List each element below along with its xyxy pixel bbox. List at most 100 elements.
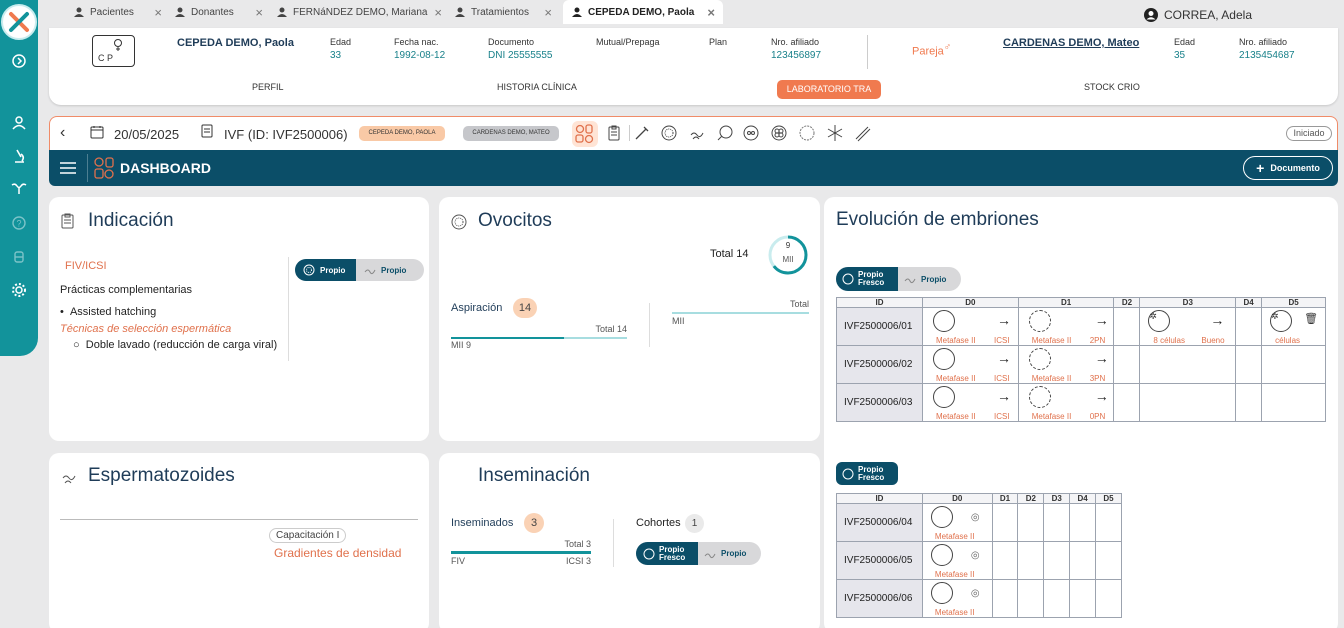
add-document-button[interactable]: + Documento — [1243, 156, 1333, 180]
tab-stock-crio[interactable]: STOCK CRIO — [1084, 82, 1140, 92]
d4-cell[interactable] — [1235, 345, 1263, 384]
toggle-propio[interactable]: Propio — [898, 273, 946, 285]
tab-historia-clinica[interactable]: HISTORIA CLÍNICA — [497, 82, 577, 92]
tab-donantes[interactable]: Donantes × — [175, 0, 271, 24]
close-icon[interactable]: × — [255, 5, 263, 20]
toggle-propio-fresco[interactable]: Propio — [295, 259, 356, 281]
d0-cell[interactable]: ◎ Metafase II — [921, 503, 993, 542]
avatar-initials: C P — [98, 53, 114, 63]
person-icon — [74, 7, 84, 17]
d1-cell[interactable]: → Metafase II 2PN — [1017, 307, 1115, 346]
d0-cell[interactable]: → Metafase II ICSI — [921, 345, 1019, 384]
sperm-icon — [62, 475, 76, 484]
plus-icon: + — [1256, 160, 1265, 176]
menu-icon[interactable] — [60, 161, 76, 175]
cohort-toggle-2[interactable]: Propio Fresco — [836, 462, 898, 485]
tab-pacientes[interactable]: Pacientes × — [74, 0, 170, 24]
sperm-icon[interactable] — [688, 124, 706, 142]
toggle-propio-fresco[interactable]: Propio Fresco — [636, 542, 698, 565]
cohort-toggle[interactable]: Propio Fresco Propio — [836, 267, 961, 291]
cohort-toggle[interactable]: Propio Fresco Propio — [636, 542, 761, 565]
toggle-propio[interactable]: Propio — [356, 264, 406, 276]
tab-tratamientos[interactable]: Tratamientos × — [455, 0, 560, 24]
right-track — [672, 312, 809, 314]
d1-cell[interactable]: → Metafase II 0PN — [1017, 383, 1115, 422]
microscope-icon[interactable] — [9, 146, 29, 166]
straw-icon[interactable] — [853, 124, 871, 142]
cohortes-label: Cohortes — [636, 517, 681, 529]
indicacion-card: Indicación FIV/ICSI Prácticas complement… — [49, 197, 429, 441]
oocyte-icon[interactable] — [660, 124, 678, 142]
edad-label: Edad — [330, 37, 352, 47]
ring-label: MII — [782, 255, 794, 264]
espermatozoides-card: Espermatozoides Capacitación I Gradiente… — [49, 453, 429, 628]
d5-cell[interactable] — [1261, 383, 1326, 422]
trash-icon[interactable]: 🗑 — [1304, 312, 1318, 325]
tab-laboratorio[interactable]: LABORATORIO TRA — [777, 80, 881, 99]
d4-cell[interactable] — [1235, 307, 1263, 346]
freeze-icon[interactable] — [826, 124, 844, 142]
edad-value: 33 — [330, 50, 342, 61]
d0-cell[interactable]: → Metafase II ICSI — [921, 307, 1019, 346]
zygote-icon[interactable] — [742, 124, 760, 142]
calendar-icon — [90, 126, 104, 139]
partner-afil-label: Nro. afiliado — [1239, 37, 1288, 47]
dashboard-view-icon[interactable] — [572, 121, 598, 147]
d2-cell[interactable] — [1113, 307, 1141, 346]
user-icon[interactable] — [9, 113, 29, 133]
tab-perfil[interactable]: PERFIL — [252, 82, 284, 92]
help-icon[interactable]: ? — [9, 213, 29, 233]
back-icon[interactable]: ‹ — [60, 124, 65, 142]
d2-cell[interactable] — [1113, 383, 1141, 422]
tab-fernandez[interactable]: FERNáNDEZ DEMO, Mariana × — [277, 0, 450, 24]
d0-cell[interactable]: ◎ Metafase II — [921, 541, 993, 580]
uterus-icon[interactable] — [9, 179, 29, 199]
toggle-propio[interactable]: Propio — [698, 548, 746, 560]
inseminacion-card: Inseminación Inseminados 3 Total 3 FIV I… — [439, 453, 820, 628]
sperm-icon — [704, 553, 716, 558]
toggle-propio-fresco[interactable]: Propio Fresco — [836, 267, 898, 291]
d4-cell[interactable] — [1235, 383, 1263, 422]
blastocyst-icon[interactable] — [798, 124, 816, 142]
right-total: Total — [789, 299, 809, 309]
embryo-icon[interactable] — [770, 124, 788, 142]
clipboard-icon[interactable] — [605, 124, 623, 142]
close-icon[interactable]: × — [154, 5, 162, 20]
close-icon[interactable]: × — [434, 5, 442, 20]
pipette-icon[interactable] — [633, 124, 651, 142]
insemination-icon[interactable] — [716, 124, 734, 142]
app-logo[interactable] — [1, 4, 37, 40]
d5-cell[interactable]: ✲ 🗑 células — [1261, 307, 1326, 346]
settings-icon[interactable] — [9, 280, 29, 300]
expand-icon[interactable] — [9, 51, 29, 71]
d0-cell[interactable]: ◎ Metafase II — [921, 579, 993, 618]
table-header: ID D0 D1 D2 D3 D4 D5 — [836, 493, 1122, 504]
table-row[interactable]: IVF2500006/06 ◎ Metafase II — [836, 579, 1122, 618]
table-row[interactable]: IVF2500006/05 ◎ Metafase II — [836, 541, 1122, 580]
patient-header: C P CEPEDA DEMO, Paola Edad 33 Fecha nac… — [49, 28, 1338, 105]
card-title: Evolución de embriones — [836, 209, 1039, 230]
ovocitos-card: Ovocitos Total 14 9 MII Aspiración 14 To… — [439, 197, 820, 441]
d3-cell[interactable] — [1139, 383, 1237, 422]
close-icon[interactable]: × — [544, 5, 552, 20]
embryo-id: IVF2500006/04 — [836, 503, 923, 542]
d2-cell[interactable] — [1113, 345, 1141, 384]
table-row[interactable]: IVF2500006/01 → Metafase II ICSI → Metafase… — [836, 307, 1326, 346]
partner-name[interactable]: CARDENAS DEMO, Mateo — [1003, 37, 1139, 49]
table-row[interactable]: IVF2500006/04 ◎ Metafase II — [836, 503, 1122, 542]
d0-cell[interactable]: → Metafase II ICSI — [921, 383, 1019, 422]
table-row[interactable]: IVF2500006/02 → Metafase II ICSI → Metafase… — [836, 345, 1326, 384]
d1-cell[interactable]: → Metafase II 3PN — [1017, 345, 1115, 384]
patient-name: CEPEDA DEMO, Paola — [177, 37, 294, 49]
table-row[interactable]: IVF2500006/03 → Metafase II ICSI → Metafase… — [836, 383, 1326, 422]
storage-icon[interactable] — [9, 246, 29, 266]
d3-cell[interactable]: ✲ → 8 células Bueno — [1139, 307, 1237, 346]
user-menu[interactable]: CORREA, Adela — [1143, 8, 1252, 22]
d3-cell[interactable] — [1139, 345, 1237, 384]
d5-cell[interactable] — [1261, 345, 1326, 384]
fnac-value: 1992-08-12 — [394, 50, 446, 61]
clipboard-icon — [61, 213, 74, 229]
close-icon[interactable]: × — [707, 5, 715, 20]
origin-toggle[interactable]: Propio Propio — [295, 259, 424, 281]
tab-cepeda[interactable]: CEPEDA DEMO, Paola × — [563, 0, 723, 24]
